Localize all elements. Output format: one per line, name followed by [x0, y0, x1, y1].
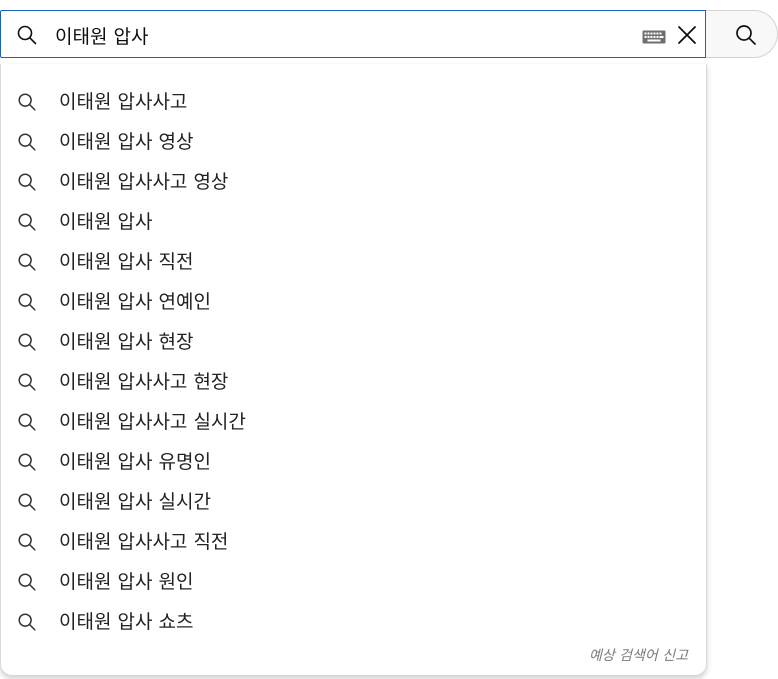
suggestion-text: 이태원 압사 영상: [59, 131, 194, 153]
suggestion-item[interactable]: 이태원 압사 직전: [1, 242, 706, 282]
search-icon: [18, 493, 36, 511]
suggestion-text: 이태원 압사 직전: [59, 251, 194, 273]
suggestion-text: 이태원 압사사고 직전: [59, 531, 229, 553]
search-icon: [18, 533, 36, 551]
suggestion-item[interactable]: 이태원 압사: [1, 202, 706, 242]
suggestion-text: 이태원 압사 쇼츠: [59, 611, 194, 633]
suggestion-text: 이태원 압사사고 영상: [59, 171, 229, 193]
suggestion-dropdown: 이태원 압사사고 이태원 압사 영상 이태원 압사사고 영상 이태원 압사 이태…: [0, 64, 707, 676]
search-icon: [18, 373, 36, 391]
suggestion-text: 이태원 압사 실시간: [59, 491, 211, 513]
search-icon: [17, 25, 37, 45]
search-icon: [18, 293, 36, 311]
suggestion-text: 이태원 압사 연예인: [59, 291, 211, 313]
suggestion-item[interactable]: 이태원 압사사고 현장: [1, 362, 706, 402]
search-button[interactable]: [706, 10, 778, 58]
suggestion-text: 이태원 압사 원인: [59, 571, 194, 593]
suggestion-item[interactable]: 이태원 압사 연예인: [1, 282, 706, 322]
suggestion-text: 이태원 압사사고 현장: [59, 371, 229, 393]
keyboard-icon[interactable]: [642, 30, 666, 44]
search-icon: [736, 25, 756, 45]
suggestion-item[interactable]: 이태원 압사사고 직전: [1, 522, 706, 562]
suggestion-text: 이태원 압사 현장: [59, 331, 194, 353]
suggestion-item[interactable]: 이태원 압사 원인: [1, 562, 706, 602]
suggestion-text: 이태원 압사: [59, 211, 153, 233]
suggestion-item[interactable]: 이태원 압사사고: [1, 82, 706, 122]
search-input[interactable]: [55, 19, 625, 51]
search-box[interactable]: [0, 10, 706, 58]
suggestion-item[interactable]: 이태원 압사 유명인: [1, 442, 706, 482]
search-icon: [18, 453, 36, 471]
search-icon: [18, 213, 36, 231]
search-icon: [18, 573, 36, 591]
suggestion-item[interactable]: 이태원 압사 현장: [1, 322, 706, 362]
suggestion-item[interactable]: 이태원 압사 영상: [1, 122, 706, 162]
suggestion-item[interactable]: 이태원 압사사고 실시간: [1, 402, 706, 442]
suggestion-text: 이태원 압사 유명인: [59, 451, 211, 473]
close-icon[interactable]: [675, 23, 699, 47]
search-icon: [18, 613, 36, 631]
search-icon: [18, 253, 36, 271]
search-icon: [18, 173, 36, 191]
suggestion-list: 이태원 압사사고 이태원 압사 영상 이태원 압사사고 영상 이태원 압사 이태…: [1, 82, 706, 642]
search-bar: [0, 10, 778, 60]
search-icon: [18, 133, 36, 151]
report-predictions-link[interactable]: 예상 검색어 신고: [589, 645, 688, 665]
suggestion-text: 이태원 압사사고 실시간: [59, 411, 246, 433]
search-icon: [18, 93, 36, 111]
suggestion-text: 이태원 압사사고: [59, 91, 188, 113]
suggestion-item[interactable]: 이태원 압사 쇼츠: [1, 602, 706, 642]
search-icon: [18, 333, 36, 351]
suggestion-item[interactable]: 이태원 압사 실시간: [1, 482, 706, 522]
search-icon: [18, 413, 36, 431]
suggestion-item[interactable]: 이태원 압사사고 영상: [1, 162, 706, 202]
